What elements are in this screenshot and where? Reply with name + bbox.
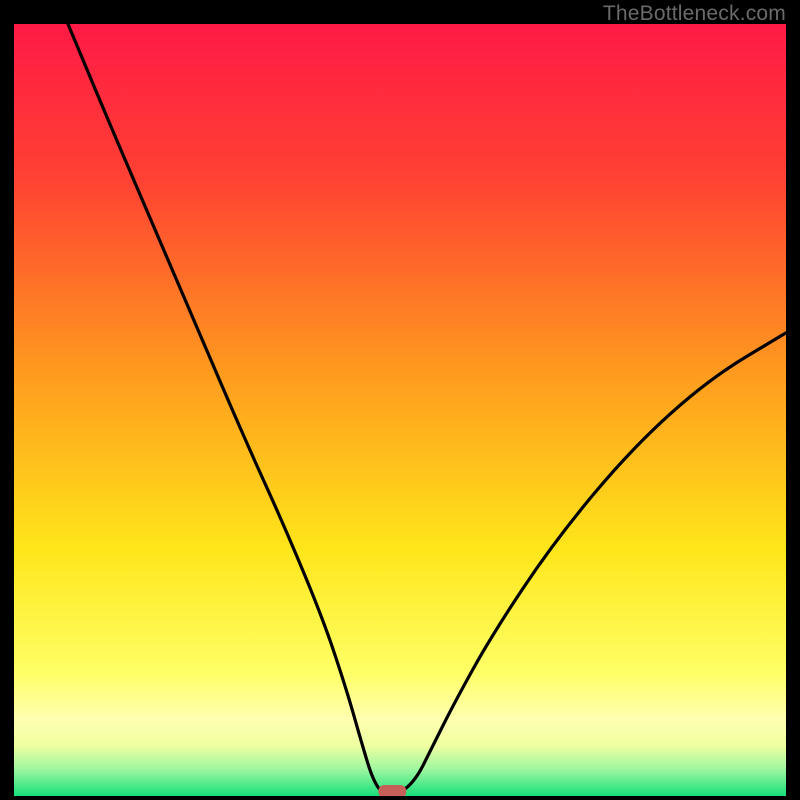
chart-frame: [14, 24, 786, 796]
bottleneck-curve: [68, 24, 786, 796]
chart-curve-layer: [14, 24, 786, 796]
watermark-text: TheBottleneck.com: [603, 2, 786, 26]
optimal-marker: [378, 785, 406, 796]
